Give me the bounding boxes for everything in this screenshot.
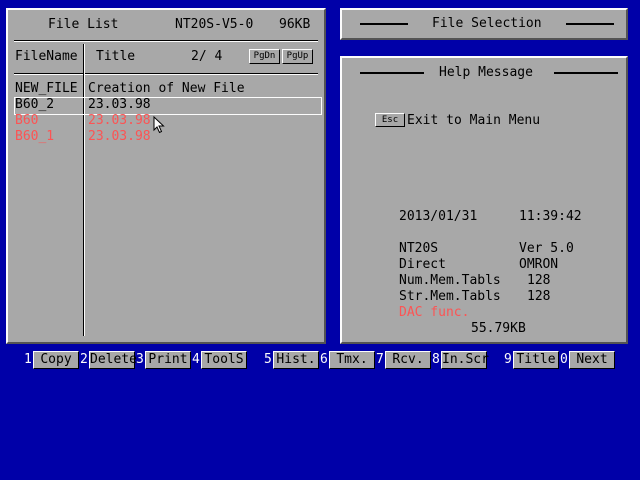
device-version: Ver 5.0: [519, 241, 574, 256]
copy-button[interactable]: Copy: [33, 351, 79, 369]
column-header-filename: FileName: [15, 49, 78, 64]
divider: [14, 73, 318, 75]
memory-size: 96KB: [279, 17, 311, 32]
tools-button[interactable]: ToolS: [201, 351, 247, 369]
mouse-cursor-icon: [153, 116, 165, 134]
fkey-number: 8: [432, 352, 440, 367]
page-indicator: 2/ 4: [191, 49, 223, 64]
current-time: 11:39:42: [519, 209, 582, 224]
str-mem-label: Str.Mem.Tabls: [399, 289, 501, 304]
in-screen-button[interactable]: In.Scr: [441, 351, 489, 369]
file-name: B60: [15, 113, 39, 128]
fkey-number: 5: [264, 352, 272, 367]
title-rule-right: [566, 23, 614, 25]
file-title: Creation of New File: [88, 81, 245, 96]
file-list-panel: File List NT20S-V5-0 96KB FileName Title…: [6, 8, 326, 344]
file-title: 23.03.98: [88, 129, 151, 144]
device-model: NT20S: [399, 241, 439, 256]
free-memory: 55.79KB: [471, 321, 526, 336]
selected-row-highlight: [14, 97, 322, 115]
file-title: 23.03.98: [88, 97, 151, 112]
print-button[interactable]: Print: [145, 351, 191, 369]
esc-description: Exit to Main Menu: [407, 113, 541, 128]
help-message-panel: Help Message Esc Exit to Main Menu 2013/…: [340, 56, 628, 344]
fkey-number: 0: [560, 352, 568, 367]
transmit-button[interactable]: Tmx.: [329, 351, 375, 369]
fkey-number: 7: [376, 352, 384, 367]
page-down-button[interactable]: PgDn: [249, 49, 280, 64]
dac-function: DAC func.: [399, 305, 470, 320]
column-header-title: Title: [96, 49, 136, 64]
model-name: NT20S-V5-0: [175, 17, 254, 32]
fkey-number: 2: [80, 352, 88, 367]
title-rule-left: [360, 72, 424, 74]
title-rule-left: [360, 23, 408, 25]
fkey-number: 6: [320, 352, 328, 367]
next-button[interactable]: Next: [569, 351, 615, 369]
connection-mode: Direct: [399, 257, 446, 272]
file-name: NEW_FILE: [15, 81, 78, 96]
fkey-number: 3: [136, 352, 144, 367]
num-mem-label: Num.Mem.Tabls: [399, 273, 501, 288]
fkey-number: 9: [504, 352, 512, 367]
file-list-title: File List: [48, 17, 119, 32]
page-up-button[interactable]: PgUp: [282, 49, 313, 64]
title-button[interactable]: Title: [513, 351, 559, 369]
history-button[interactable]: Hist.: [273, 351, 319, 369]
divider: [14, 40, 318, 42]
fkey-number: 4: [192, 352, 200, 367]
file-selection-title: File Selection: [432, 16, 542, 31]
fkey-number: 1: [24, 352, 32, 367]
vendor-name: OMRON: [519, 257, 559, 272]
num-mem-value: 128: [527, 273, 551, 288]
file-selection-panel: File Selection: [340, 8, 628, 40]
str-mem-value: 128: [527, 289, 551, 304]
column-divider: [83, 44, 85, 336]
title-rule-right: [554, 72, 618, 74]
file-name: B60_2: [15, 97, 55, 112]
file-name: B60_1: [15, 129, 55, 144]
help-message-title: Help Message: [439, 65, 533, 80]
file-title: 23.03.98: [88, 113, 151, 128]
delete-button[interactable]: Delete: [89, 351, 137, 369]
receive-button[interactable]: Rcv.: [385, 351, 431, 369]
current-date: 2013/01/31: [399, 209, 478, 224]
esc-key-button[interactable]: Esc: [375, 113, 405, 127]
